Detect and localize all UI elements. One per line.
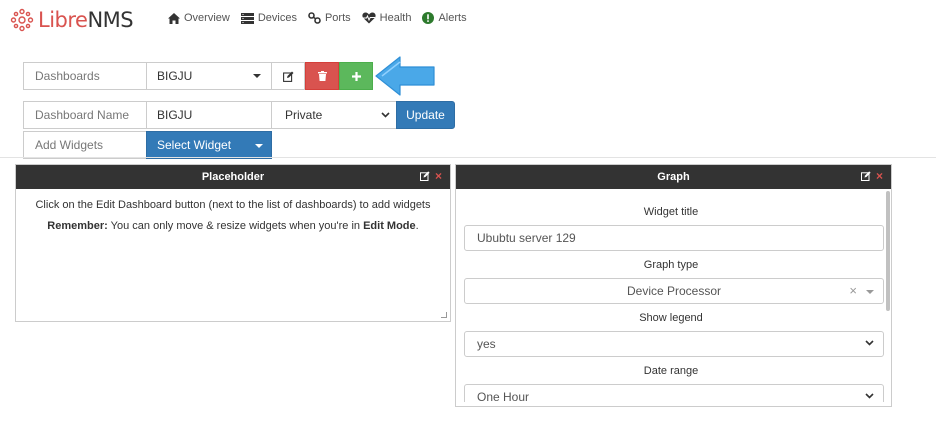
nav-devices[interactable]: Devices [240,12,297,24]
nav-ports-label: Ports [324,12,351,24]
nav-overview-label: Overview [184,12,230,24]
edit-dashboard-button[interactable] [271,62,305,90]
delete-dashboard-button[interactable] [305,62,339,90]
date-range-label: Date range [643,365,699,377]
dashboards-select[interactable]: BIGJU [146,62,272,90]
chevron-down-icon [865,340,874,346]
exclamation-circle-icon [422,12,435,24]
edit-icon[interactable] [419,171,430,181]
select-widget-label: Select Widget [157,138,232,152]
nav-overview[interactable]: Overview [168,12,230,24]
trash-icon [317,71,327,81]
remember-text: You can only move & resize widgets when … [107,220,364,232]
close-icon[interactable]: × [435,170,442,182]
edit-icon [282,71,293,82]
nav-alerts-label: Alerts [438,12,467,24]
resize-handle[interactable] [441,312,447,318]
logo-text: LibreNMS [38,8,134,32]
caret-down-icon [866,290,874,294]
graph-type-select[interactable]: Device Processor × [464,278,884,304]
caret-down-icon [255,144,263,148]
placeholder-widget[interactable]: Placeholder × Click on the Edit Dashboar… [15,164,451,322]
widget-title-input[interactable]: Ububtu server 129 [464,225,884,251]
divider [0,157,936,158]
dashboard-name-input[interactable]: BIGJU [146,101,272,129]
dashboard-name-label: Dashboard Name [23,101,147,129]
chevron-down-icon [381,112,390,118]
dashboards-select-value: BIGJU [157,69,193,83]
callout-arrow-icon [375,56,435,96]
clear-icon[interactable]: × [849,283,857,298]
graph-type-label: Graph type [643,259,699,271]
update-button[interactable]: Update [396,101,455,129]
show-legend-value: yes [477,337,496,351]
add-widgets-label: Add Widgets [23,131,147,159]
add-dashboard-button[interactable] [339,62,373,90]
heartbeat-icon [362,12,376,24]
plus-icon [351,71,361,81]
home-icon [168,12,180,24]
access-select-value: Private [285,108,323,122]
remember-period: . [415,220,419,232]
dashboards-label: Dashboards [23,62,147,90]
scrollbar[interactable] [886,191,890,311]
close-icon[interactable]: × [876,170,883,182]
nav-health-label: Health [379,12,412,24]
date-range-value: One Hour [477,390,530,402]
caret-down-icon [253,74,261,78]
graph-type-value: Device Processor [626,284,722,298]
widget-title-label: Widget title [643,206,699,218]
nav-health[interactable]: Health [362,12,412,24]
chevron-down-icon [865,393,874,399]
main-nav: Overview Devices Ports Health Alerts [168,12,478,24]
server-icon [240,12,254,24]
remember-bold: Remember: [47,220,108,232]
network-logo-icon [10,8,34,32]
graph-widget[interactable]: Graph × Widget title Ububtu server 129 G… [455,164,892,407]
librenms-logo[interactable]: LibreNMS [10,8,134,32]
graph-settings-form: Widget title Ububtu server 129 Graph typ… [456,189,892,402]
select-widget-button[interactable]: Select Widget [146,131,272,159]
nav-devices-label: Devices [257,12,297,24]
show-legend-select[interactable]: yes [464,331,884,357]
graph-widget-title: Graph [657,171,690,183]
date-range-select[interactable]: One Hour [464,384,884,402]
edit-icon[interactable] [860,171,871,181]
logo-libre: Libre [38,8,88,32]
navbar: LibreNMS Overview Devices Ports Health A… [0,0,936,40]
placeholder-widget-header[interactable]: Placeholder × [16,165,450,189]
show-legend-label: Show legend [639,312,703,324]
edit-mode-bold: Edit Mode [363,220,416,232]
graph-widget-header[interactable]: Graph × [456,165,891,189]
placeholder-remember: Remember: You can only move & resize wid… [28,220,438,233]
logo-nms: NMS [87,8,134,32]
link-icon [308,12,321,24]
nav-alerts[interactable]: Alerts [422,12,467,24]
placeholder-widget-body: Click on the Edit Dashboard button (next… [16,189,450,251]
placeholder-instruction: Click on the Edit Dashboard button (next… [35,199,431,211]
nav-ports[interactable]: Ports [308,12,351,24]
placeholder-widget-title: Placeholder [201,171,265,183]
access-select[interactable]: Private [271,101,397,129]
